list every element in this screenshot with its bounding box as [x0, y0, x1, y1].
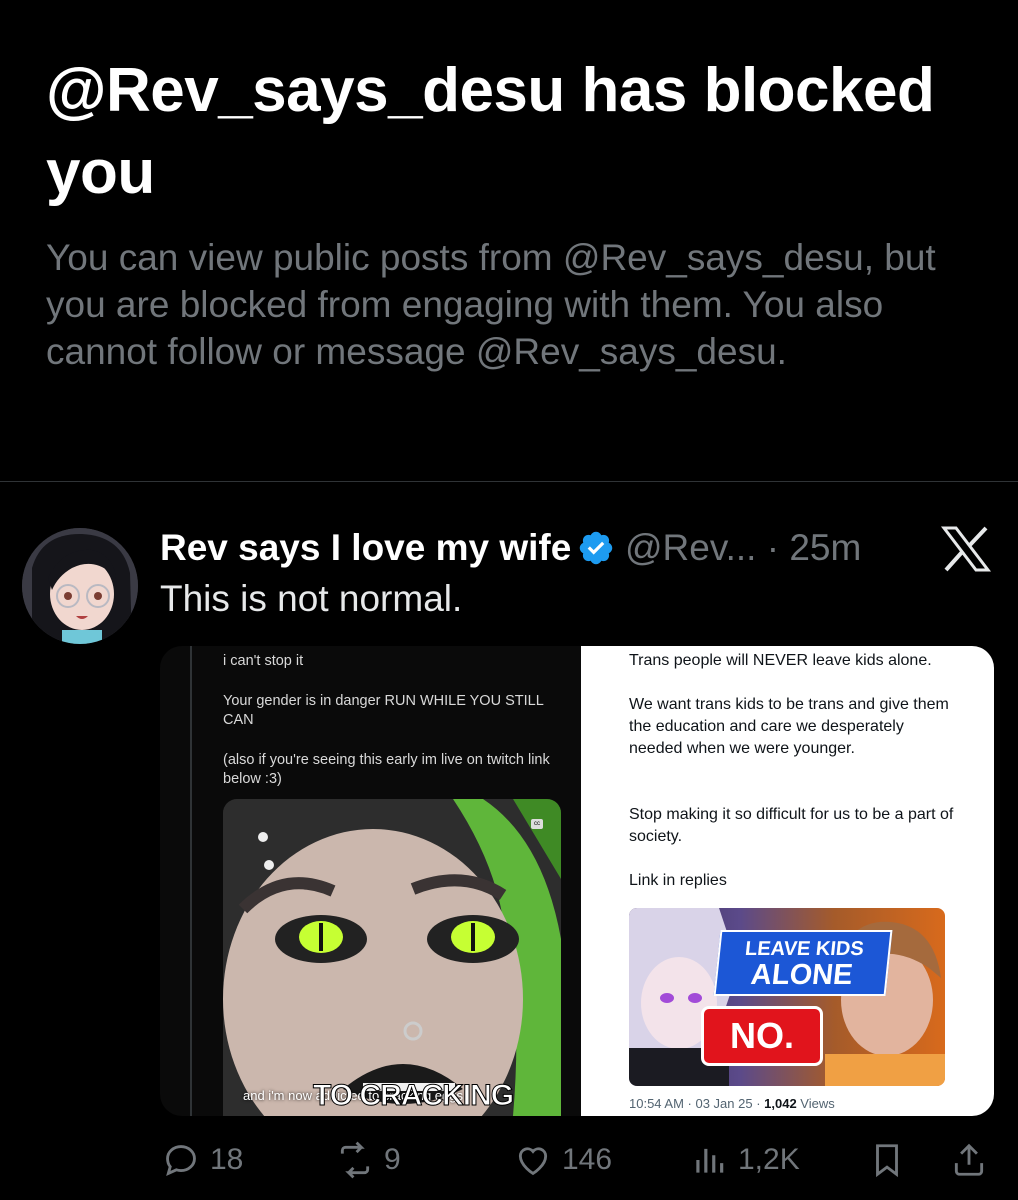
- right-post-paragraph-3: Stop making it so difficult for us to be…: [629, 806, 954, 845]
- tweet-meta: @Rev... · 25m: [625, 525, 861, 571]
- screenshot-left-post: i can't stop it Your gender is in danger…: [160, 646, 581, 1116]
- timestamp[interactable]: 25m: [789, 527, 861, 568]
- left-post-line-1: i can't stop it: [223, 653, 304, 669]
- screenshot-right-post: Trans people will NEVER leave kids alone…: [581, 646, 994, 1116]
- media-attachment[interactable]: i can't stop it Your gender is in danger…: [160, 646, 994, 1116]
- thumbnail-no-badge: NO.: [701, 1006, 823, 1066]
- link-thumbnail: LEAVE KIDS ALONE NO.: [629, 908, 945, 1086]
- avatar-illustration: [22, 528, 138, 644]
- blocked-title: @Rev_says_desu has blocked you: [46, 56, 935, 207]
- reply-icon: [166, 1145, 196, 1177]
- repost-count: 9: [384, 1143, 401, 1176]
- views-button[interactable]: 1,2K: [690, 1140, 800, 1180]
- right-post-paragraph-2: We want trans kids to be trans and give …: [629, 696, 949, 757]
- reply-button[interactable]: 18: [162, 1140, 243, 1180]
- verified-badge-icon: [579, 531, 613, 565]
- separator: ·: [766, 527, 780, 568]
- character-illustration: [223, 799, 561, 1116]
- cc-icon: cc: [531, 819, 543, 829]
- thumbnail-leave-kids-banner: LEAVE KIDS ALONE: [713, 930, 893, 996]
- views-count: 1,2K: [738, 1143, 800, 1176]
- reply-count: 18: [210, 1143, 244, 1176]
- thumbnail-leave-line-1: LEAVE KIDS: [744, 938, 865, 960]
- divider: [0, 481, 1018, 482]
- share-icon: [954, 1143, 984, 1176]
- video-thumbnail: cc and i'm now addicted to cracking eggs…: [223, 799, 561, 1116]
- right-post-timestamp: 10:54 AM · 03 Jan 25 · 1,042 Views: [629, 1096, 835, 1111]
- right-post-paragraph-1: Trans people will NEVER leave kids alone…: [629, 652, 932, 669]
- bookmark-icon: [876, 1144, 898, 1178]
- x-logo-icon: [940, 526, 992, 572]
- like-count: 146: [562, 1143, 613, 1176]
- thumbnail-leave-line-2: ALONE: [749, 959, 855, 991]
- bookmark-button[interactable]: [868, 1140, 916, 1180]
- views-label: Views: [796, 1096, 835, 1111]
- share-button[interactable]: [950, 1140, 998, 1180]
- repost-button[interactable]: 9: [336, 1140, 401, 1180]
- blocked-description: You can view public posts from @Rev_says…: [46, 237, 936, 372]
- like-button[interactable]: 146: [514, 1140, 612, 1180]
- tweet-text: This is not normal.: [160, 578, 463, 619]
- left-post-line-3: (also if you're seeing this early im liv…: [223, 752, 550, 787]
- thread-line: [190, 646, 192, 1116]
- repost-icon: [340, 1141, 370, 1179]
- handle[interactable]: @Rev...: [625, 527, 756, 568]
- display-name[interactable]: Rev says I love my wife: [160, 525, 571, 571]
- timestamp-text: 10:54 AM · 03 Jan 25 ·: [629, 1096, 765, 1111]
- views-count: 1,042: [764, 1096, 797, 1111]
- analytics-icon: [696, 1148, 724, 1173]
- heart-icon: [518, 1147, 548, 1176]
- video-caption-big: TO CRACKING: [312, 1079, 514, 1113]
- avatar[interactable]: [22, 528, 138, 644]
- right-post-paragraph-4: Link in replies: [629, 872, 727, 889]
- left-post-line-2: Your gender is in danger RUN WHILE YOU S…: [223, 693, 544, 728]
